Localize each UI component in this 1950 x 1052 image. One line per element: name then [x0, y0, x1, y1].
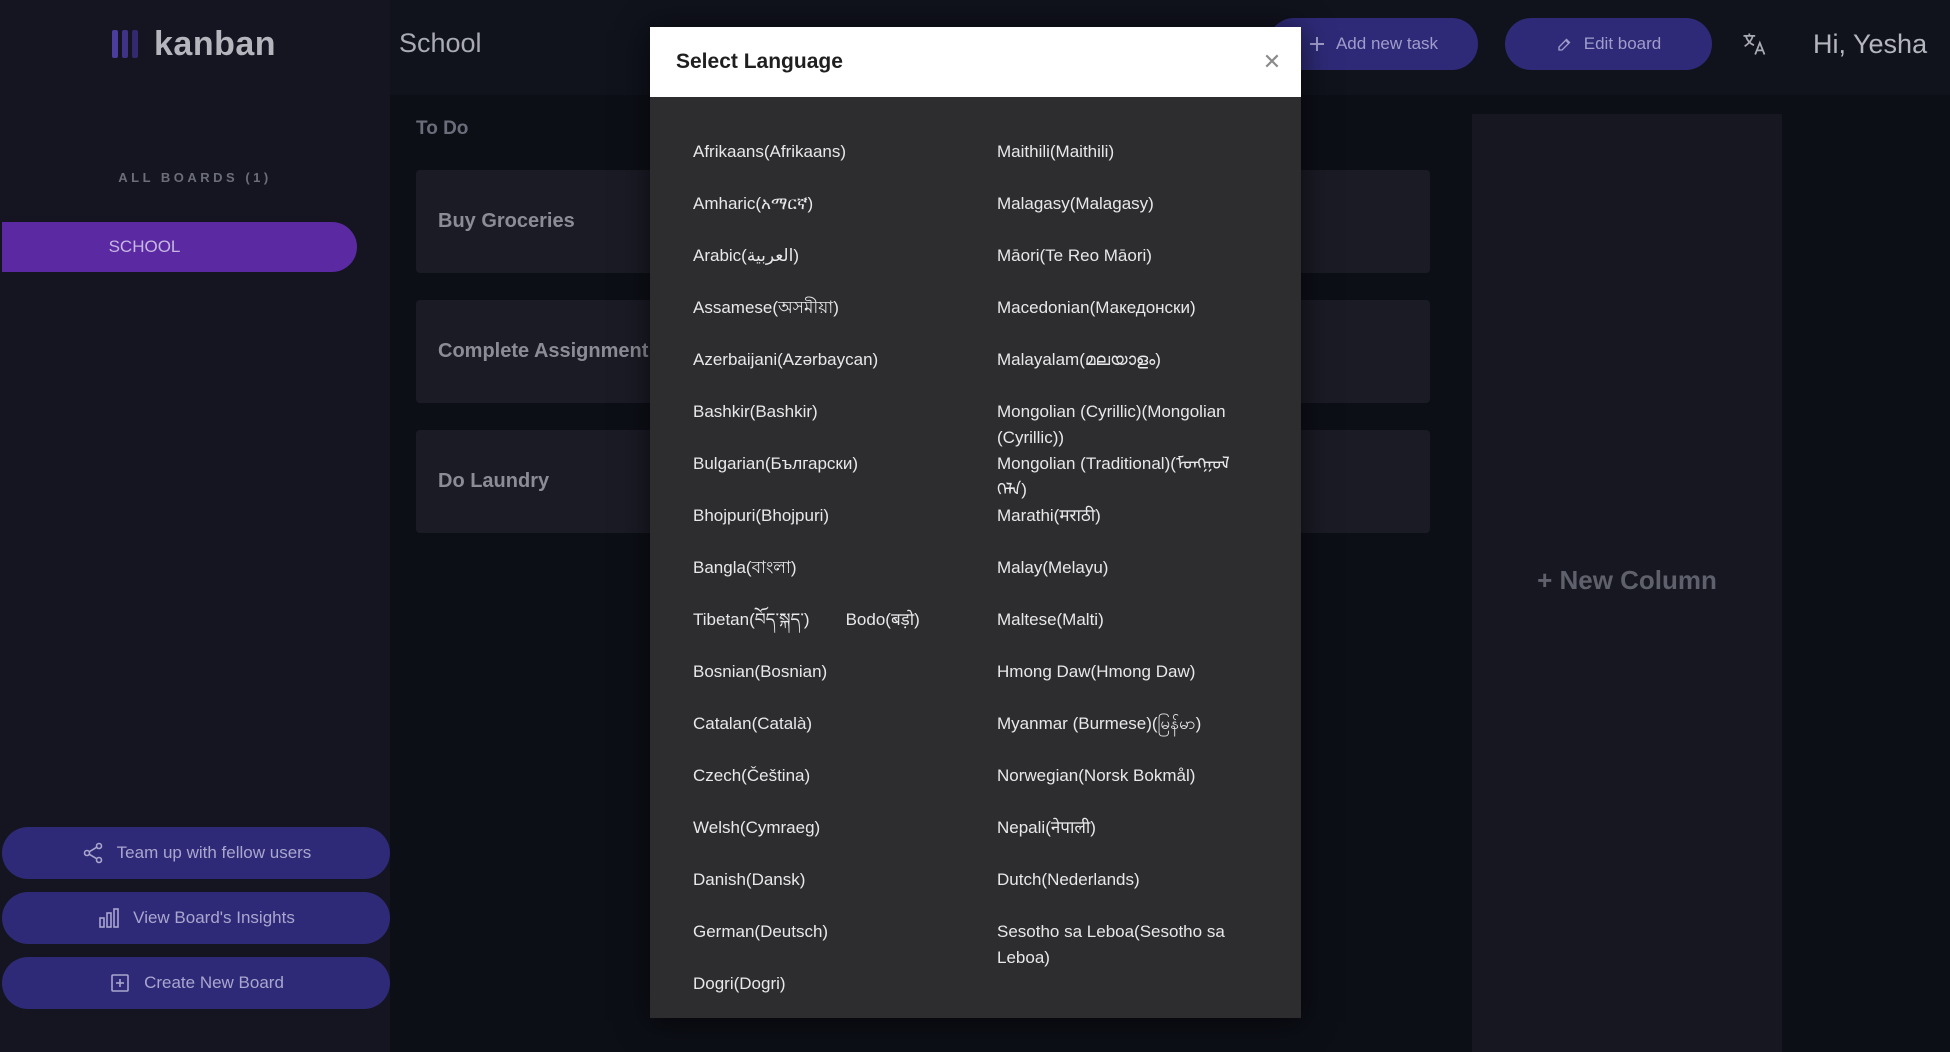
language-option[interactable]: Malayalam(മലയാളം) [997, 347, 1301, 399]
language-option[interactable]: Czech(Čeština) [693, 763, 997, 815]
language-option[interactable]: Malay(Melayu) [997, 555, 1301, 607]
language-option[interactable]: Maithili(Maithili) [997, 139, 1301, 191]
insights-label: View Board's Insights [133, 908, 295, 927]
language-option[interactable]: Mongolian (Cyrillic)(Mongolian (Cyrillic… [997, 399, 1301, 451]
language-option[interactable]: Welsh(Cymraeg) [693, 815, 997, 867]
new-column-button[interactable]: + New Column [1472, 114, 1782, 1052]
language-modal: Select Language ✕ Afrikaans(Afrikaans) A… [650, 27, 1301, 1018]
language-option[interactable]: Arabic(العربية) [693, 243, 997, 295]
modal-header: Select Language ✕ [650, 27, 1301, 97]
language-option[interactable]: Bosnian(Bosnian) [693, 659, 997, 711]
sidebar-item-school[interactable]: SCHOOL [2, 222, 357, 272]
language-option[interactable]: Sesotho sa Leboa(Sesotho sa Leboa) [997, 919, 1301, 971]
page-title: School [399, 28, 482, 58]
language-option[interactable]: Malagasy(Malagasy) [997, 191, 1301, 243]
language-option[interactable]: Bashkir(Bashkir) [693, 399, 997, 451]
kanban-logo-icon [112, 30, 138, 58]
create-board-label: Create New Board [144, 973, 284, 992]
language-option[interactable]: Catalan(Català) [693, 711, 997, 763]
add-task-label: Add new task [1335, 34, 1439, 53]
add-square-icon [111, 974, 129, 992]
create-board-button[interactable]: Create New Board [2, 957, 390, 1009]
language-list: Afrikaans(Afrikaans) Amharic(አማርኛ) Arabi… [650, 97, 1301, 1018]
edit-board-button[interactable]: Edit board [1505, 18, 1712, 70]
modal-title: Select Language [676, 50, 843, 73]
language-option[interactable]: Bodo(बड़ो) [846, 607, 920, 659]
language-option[interactable]: Norwegian(Norsk Bokmål) [997, 763, 1301, 815]
language-option[interactable]: Bulgarian(Български) [693, 451, 997, 503]
language-option[interactable]: Mongolian (Traditional)(ᠮᠣᠩᠭᠣᠯ ᠬᠡᠯᠡ) [997, 451, 1301, 503]
language-option[interactable]: Amharic(አማርኛ) [693, 191, 997, 243]
language-option[interactable]: Assamese(অসমীয়া) [693, 295, 997, 347]
team-up-button[interactable]: Team up with fellow users [2, 827, 390, 879]
language-option[interactable]: Bhojpuri(Bhojpuri) [693, 503, 997, 555]
edit-board-label: Edit board [1583, 34, 1662, 53]
plus-icon [1309, 37, 1324, 51]
bar-chart-icon [99, 908, 119, 928]
language-option[interactable]: Azerbaijani(Azərbaycan) [693, 347, 997, 399]
translate-icon[interactable] [1740, 30, 1768, 58]
language-option[interactable]: Nepali(नेपाली) [997, 815, 1301, 867]
logo-text: kanban [154, 24, 277, 63]
language-option[interactable]: Danish(Dansk) [693, 867, 997, 919]
language-option[interactable]: Hmong Daw(Hmong Daw) [997, 659, 1301, 711]
language-option[interactable]: Afrikaans(Afrikaans) [693, 139, 997, 191]
edit-icon [1558, 38, 1571, 51]
language-option[interactable]: Maltese(Malti) [997, 607, 1301, 659]
language-option[interactable]: Dogri(Dogri) [693, 971, 997, 1018]
sidebar: kanban ALL BOARDS (1) SCHOOL Team up wit… [0, 0, 390, 1052]
language-option[interactable]: Marathi(मराठी) [997, 503, 1301, 555]
close-icon[interactable]: ✕ [1259, 49, 1285, 75]
logo: kanban [112, 22, 276, 66]
language-option[interactable]: Dutch(Nederlands) [997, 867, 1301, 919]
language-option[interactable]: Myanmar (Burmese)(မြန်မာ) [997, 711, 1301, 763]
view-insights-button[interactable]: View Board's Insights [2, 892, 390, 944]
language-column-left: Afrikaans(Afrikaans) Amharic(አማርኛ) Arabi… [693, 139, 997, 1018]
language-option[interactable]: Māori(Te Reo Māori) [997, 243, 1301, 295]
all-boards-label: ALL BOARDS (1) [118, 170, 272, 185]
language-option[interactable]: Macedonian(Македонски) [997, 295, 1301, 347]
share-icon [83, 842, 102, 864]
user-greeting[interactable]: Hi, Yesha [1813, 29, 1927, 60]
language-option-row: Tibetan(བོད་སྐད་) Bodo(बड़ो) [693, 607, 997, 659]
language-option[interactable]: Bangla(বাংলা) [693, 555, 997, 607]
language-column-right: Maithili(Maithili) Malagasy(Malagasy) Mā… [997, 139, 1301, 1018]
column-title: To Do [416, 118, 469, 139]
team-up-label: Team up with fellow users [116, 843, 312, 862]
language-option[interactable]: Tibetan(བོད་སྐད་) [693, 607, 810, 659]
language-option[interactable]: German(Deutsch) [693, 919, 997, 971]
